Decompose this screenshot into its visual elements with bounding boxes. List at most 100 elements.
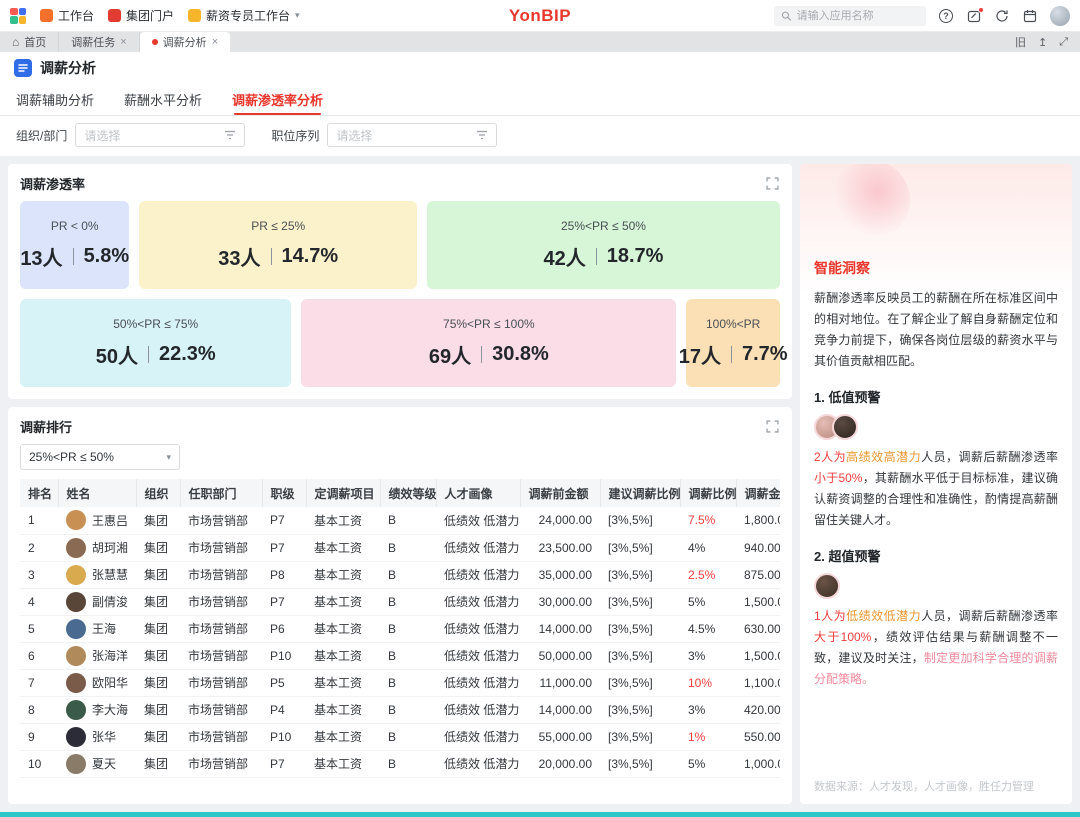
subtab-salary-level-analysis[interactable]: 薪酬水平分析 bbox=[124, 84, 202, 115]
app-search-input[interactable] bbox=[797, 10, 919, 22]
adjust-amount-cell: 630.00 bbox=[736, 615, 780, 642]
column-header[interactable]: 人才画像 bbox=[436, 479, 520, 507]
penetration-tile[interactable]: 25%<PR ≤ 50% 42人 18.7% bbox=[427, 201, 780, 289]
column-header[interactable]: 组织 bbox=[136, 479, 180, 507]
ranking-table-container[interactable]: 排名姓名组织任职部门职级定调薪项目绩效等级人才画像调薪前金额建议调薪比例调薪比例… bbox=[20, 479, 780, 804]
analysis-subtabs: 调薪辅助分析 薪酬水平分析 调薪渗透率分析 bbox=[0, 84, 1080, 116]
column-header[interactable]: 定调薪项目 bbox=[306, 479, 380, 507]
feedback-icon[interactable] bbox=[966, 8, 982, 24]
calendar-icon[interactable] bbox=[1022, 8, 1038, 24]
dept-cell: 市场营销部 bbox=[180, 507, 262, 534]
close-icon[interactable]: × bbox=[212, 36, 218, 48]
filter-job-input[interactable]: 请选择 bbox=[327, 123, 497, 147]
expand-icon[interactable] bbox=[766, 177, 780, 191]
collapse-up-icon[interactable]: ↥ bbox=[1038, 36, 1047, 49]
over-value-warning-text: 1人为低绩效低潜力人员，调薪后薪酬渗透率大于100%，绩效评估结果与薪酬调整不一… bbox=[814, 606, 1058, 690]
grade-cell: B bbox=[380, 723, 436, 750]
tile-percent: 14.7% bbox=[282, 245, 339, 268]
table-row[interactable]: 1 王惠吕 集团 市场营销部 P7 bbox=[20, 507, 780, 534]
amount-cell: 24,000.00 bbox=[520, 507, 600, 534]
penetration-tile[interactable]: 100%<PR 17人 7.7% bbox=[686, 299, 780, 387]
grade-cell: B bbox=[380, 588, 436, 615]
table-row[interactable]: 5 王海 集团 市场营销部 P6 bbox=[20, 615, 780, 642]
workbench-icon bbox=[40, 9, 53, 22]
tile-range-label: 75%<PR ≤ 100% bbox=[443, 317, 535, 331]
nav-workbench[interactable]: 工作台 bbox=[40, 7, 94, 24]
portrait-cell: 低绩效 低潜力 bbox=[436, 723, 520, 750]
search-icon bbox=[781, 10, 792, 22]
column-header[interactable]: 任职部门 bbox=[180, 479, 262, 507]
tile-range-label: 50%<PR ≤ 75% bbox=[113, 317, 198, 331]
tile-separator bbox=[73, 248, 74, 265]
adjust-amount-cell: 420.00 bbox=[736, 696, 780, 723]
filter-icon bbox=[476, 129, 488, 141]
column-header[interactable]: 职级 bbox=[262, 479, 306, 507]
expand-icon[interactable] bbox=[766, 420, 780, 434]
amount-cell: 14,000.00 bbox=[520, 696, 600, 723]
sync-icon[interactable] bbox=[994, 8, 1010, 24]
tile-range-label: PR < 0% bbox=[51, 219, 99, 233]
suggest-ratio-cell: [3%,5%] bbox=[600, 696, 680, 723]
org-cell: 集团 bbox=[136, 507, 180, 534]
tab-home[interactable]: ⌂ 首页 bbox=[0, 32, 59, 52]
suggest-ratio-cell: [3%,5%] bbox=[600, 750, 680, 777]
table-header-row: 排名姓名组织任职部门职级定调薪项目绩效等级人才画像调薪前金额建议调薪比例调薪比例… bbox=[20, 479, 780, 507]
column-header[interactable]: 排名 bbox=[20, 479, 58, 507]
adjust-amount-cell: 875.00 bbox=[736, 561, 780, 588]
filter-org-input[interactable]: 请选择 bbox=[75, 123, 245, 147]
table-row[interactable]: 9 张华 集团 市场营销部 P10 bbox=[20, 723, 780, 750]
subtab-assist-analysis[interactable]: 调薪辅助分析 bbox=[16, 84, 94, 115]
column-header[interactable]: 调薪前金额 bbox=[520, 479, 600, 507]
employee-avatar bbox=[66, 673, 86, 693]
tile-range-label: 25%<PR ≤ 50% bbox=[561, 219, 646, 233]
adjust-amount-cell: 550.00 bbox=[736, 723, 780, 750]
legacy-version-button[interactable]: 旧 bbox=[1015, 34, 1026, 50]
penetration-tile[interactable]: 50%<PR ≤ 75% 50人 22.3% bbox=[20, 299, 291, 387]
penetration-tile[interactable]: PR < 0% 13人 5.8% bbox=[20, 201, 129, 289]
column-header[interactable]: 建议调薪比例 bbox=[600, 479, 680, 507]
nav-salary-specialist[interactable]: 薪资专员工作台 ▾ bbox=[188, 7, 300, 24]
tab-salary-task[interactable]: 调薪任务 × bbox=[59, 32, 139, 52]
ratio-cell: 7.5% bbox=[680, 507, 736, 534]
help-icon[interactable]: ? bbox=[938, 8, 954, 24]
employee-name: 王海 bbox=[92, 620, 116, 637]
tile-percent: 30.8% bbox=[492, 343, 549, 366]
user-avatar[interactable] bbox=[1050, 6, 1070, 26]
salary-item-cell: 基本工资 bbox=[306, 723, 380, 750]
close-icon[interactable]: × bbox=[120, 36, 126, 48]
table-row[interactable]: 8 李大海 集团 市场营销部 P4 bbox=[20, 696, 780, 723]
subtab-penetration-analysis[interactable]: 调薪渗透率分析 bbox=[232, 84, 323, 115]
pr-range-select[interactable]: 25%<PR ≤ 50% ▾ bbox=[20, 444, 180, 470]
level-cell: P10 bbox=[262, 723, 306, 750]
penetration-tile[interactable]: 75%<PR ≤ 100% 69人 30.8% bbox=[301, 299, 676, 387]
brand-logo: YonBIP bbox=[509, 6, 571, 26]
ratio-cell: 4.5% bbox=[680, 615, 736, 642]
employee-avatar bbox=[66, 646, 86, 666]
column-header[interactable]: 调薪比例 bbox=[680, 479, 736, 507]
employee-avatar[interactable] bbox=[832, 414, 858, 440]
table-row[interactable]: 6 张海洋 集团 市场营销部 P10 bbox=[20, 642, 780, 669]
employee-name: 夏天 bbox=[92, 755, 116, 772]
table-row[interactable]: 2 胡珂湘 集团 市场营销部 P7 bbox=[20, 534, 780, 561]
app-launcher-icon[interactable] bbox=[10, 8, 26, 24]
insight-panel: 智能洞察 薪酬渗透率反映员工的薪酬在所在标准区间中的相对地位。在了解企业了解自身… bbox=[800, 164, 1072, 804]
table-row[interactable]: 3 张慧慧 集团 市场营销部 P8 bbox=[20, 561, 780, 588]
column-header[interactable]: 调薪金额 bbox=[736, 479, 780, 507]
column-header[interactable]: 绩效等级 bbox=[380, 479, 436, 507]
table-row[interactable]: 10 夏天 集团 市场营销部 P7 bbox=[20, 750, 780, 777]
app-search[interactable] bbox=[774, 6, 926, 26]
penetration-tile[interactable]: PR ≤ 25% 33人 14.7% bbox=[139, 201, 417, 289]
column-header[interactable]: 姓名 bbox=[58, 479, 136, 507]
level-cell: P7 bbox=[262, 534, 306, 561]
fullscreen-icon[interactable]: ⤢ bbox=[1059, 36, 1068, 49]
rank-cell: 7 bbox=[20, 669, 58, 696]
tile-separator bbox=[731, 346, 732, 363]
ratio-cell: 2.5% bbox=[680, 561, 736, 588]
employee-avatar[interactable] bbox=[814, 573, 840, 599]
table-row[interactable]: 4 副倩浚 集团 市场营销部 P7 bbox=[20, 588, 780, 615]
table-row[interactable]: 7 欧阳华 集团 市场营销部 P5 bbox=[20, 669, 780, 696]
portrait-cell: 低绩效 低潜力 bbox=[436, 642, 520, 669]
tab-salary-analysis[interactable]: 调薪分析 × bbox=[140, 32, 230, 52]
nav-group-portal[interactable]: 集团门户 bbox=[108, 7, 174, 24]
tile-percent: 5.8% bbox=[84, 245, 130, 268]
